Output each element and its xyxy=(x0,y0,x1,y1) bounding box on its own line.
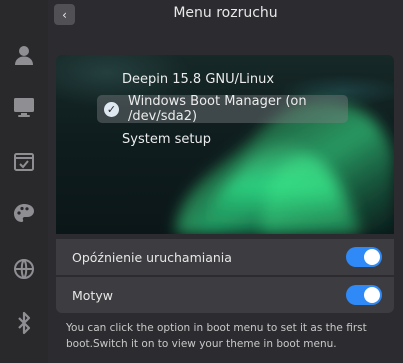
theme-setting: Motyw xyxy=(56,277,394,313)
user-icon[interactable] xyxy=(11,42,37,68)
boot-menu-description: You can click the option in boot menu to… xyxy=(66,322,367,350)
page-title: Menu rozruchu xyxy=(173,5,278,21)
checkmark-icon: ✓ xyxy=(104,101,119,117)
calendar-icon[interactable] xyxy=(11,148,37,174)
boot-menu-preview: Deepin 15.8 GNU/Linux ✓ Windows Boot Man… xyxy=(56,55,394,234)
toggle-knob xyxy=(364,287,380,303)
boot-entry-windows[interactable]: ✓ Windows Boot Manager (on /dev/sda2) xyxy=(97,94,348,124)
boot-entry-label: Windows Boot Manager (on /dev/sda2) xyxy=(128,94,307,124)
boot-entry-label: Deepin 15.8 GNU/Linux xyxy=(122,71,275,87)
theme-label: Motyw xyxy=(72,287,113,303)
startup-delay-label: Opóźnienie uruchamiania xyxy=(72,249,232,265)
main-panel: ‹ Menu rozruchu Deepin 15.8 GNU/Linux ✓ … xyxy=(48,0,403,363)
sidebar xyxy=(0,0,48,363)
bluetooth-icon[interactable] xyxy=(11,310,37,336)
startup-delay-setting: Opóźnienie uruchamiania xyxy=(56,239,394,275)
display-icon[interactable] xyxy=(11,94,37,120)
boot-entry-deepin[interactable]: Deepin 15.8 GNU/Linux xyxy=(122,66,274,92)
palette-icon[interactable] xyxy=(11,201,37,227)
theme-toggle[interactable] xyxy=(346,285,382,305)
network-icon[interactable] xyxy=(11,256,37,282)
boot-entry-label: System setup xyxy=(122,131,211,147)
toggle-knob xyxy=(364,249,380,265)
startup-delay-toggle[interactable] xyxy=(346,247,382,267)
boot-entry-system-setup[interactable]: System setup xyxy=(122,126,211,152)
